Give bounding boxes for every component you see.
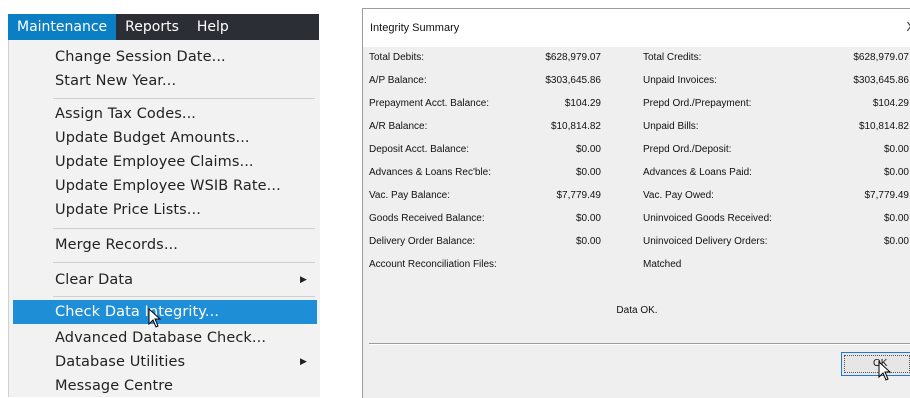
menu-item-message-centre[interactable]: Message Centre	[13, 374, 317, 398]
mouse-cursor-icon	[148, 308, 162, 328]
menu-item-label: Clear Data	[55, 272, 134, 288]
submenu-arrow-icon: ▶	[299, 275, 307, 285]
summary-row: Advances & Loans Rec'ble: $0.00 Advances…	[363, 162, 910, 185]
row-label: Uninvoiced Goods Received:	[643, 213, 772, 224]
row-label: Unpaid Invoices:	[643, 75, 717, 86]
summary-row: Total Debits: $628,979.07 Total Credits:…	[363, 47, 910, 70]
row-value: $0.00	[575, 167, 601, 178]
menu-separator	[53, 296, 315, 297]
integrity-status: Data OK.	[616, 305, 658, 316]
dialog-divider	[369, 343, 910, 345]
menu-item-check-data-integrity[interactable]: Check Data Integrity...	[13, 300, 317, 324]
summary-row: Prepayment Acct. Balance: $104.29 Prepd …	[363, 93, 910, 116]
dialog-footer	[363, 346, 910, 398]
row-value: $0.00	[575, 144, 601, 155]
row-value: $0.00	[883, 236, 909, 247]
row-label: Goods Received Balance:	[369, 213, 485, 224]
row-label: Total Debits:	[369, 52, 425, 63]
summary-row: Vac. Pay Balance: $7,779.49 Vac. Pay Owe…	[363, 185, 910, 208]
menu-maintenance[interactable]: Maintenance	[8, 14, 117, 40]
row-value: $0.00	[575, 213, 601, 224]
menu-help[interactable]: Help	[188, 14, 238, 40]
row-value: $0.00	[883, 167, 909, 178]
close-icon[interactable]: X	[906, 19, 910, 34]
row-value: $628,979.07	[545, 52, 601, 63]
menu-item-update-employee-wsib-rate[interactable]: Update Employee WSIB Rate...	[13, 174, 317, 198]
menu-separator	[53, 228, 315, 229]
menu-item-merge-records[interactable]: Merge Records...	[13, 233, 317, 257]
row-label: Advances & Loans Paid:	[643, 167, 752, 178]
summary-row: Account Reconciliation Files: Matched	[363, 254, 910, 277]
row-value: $104.29	[564, 98, 601, 109]
row-label: Delivery Order Balance:	[369, 236, 476, 247]
menu-item-assign-tax-codes[interactable]: Assign Tax Codes...	[13, 102, 317, 126]
menu-item-clear-data[interactable]: Clear Data ▶	[13, 268, 317, 292]
row-value: $0.00	[883, 144, 909, 155]
row-label: Deposit Acct. Balance:	[369, 144, 470, 155]
row-label: Uninvoiced Delivery Orders:	[643, 236, 768, 247]
row-label: Vac. Pay Owed:	[643, 190, 714, 201]
row-label: Unpaid Bills:	[643, 121, 699, 132]
maintenance-dropdown: Change Session Date... Start New Year...…	[8, 40, 320, 397]
menu-reports[interactable]: Reports	[116, 14, 188, 40]
row-label: Prepd Ord./Deposit:	[643, 144, 732, 155]
ok-button[interactable]: OK	[841, 352, 910, 376]
row-value: $104.29	[872, 98, 909, 109]
row-value: $628,979.07	[853, 52, 909, 63]
row-label: A/R Balance:	[369, 121, 428, 132]
row-value: $303,645.86	[853, 75, 909, 86]
row-value: $10,814.82	[858, 121, 909, 132]
row-value: $0.00	[883, 213, 909, 224]
row-label: A/P Balance:	[369, 75, 427, 86]
menu-separator	[53, 98, 315, 99]
summary-row: Goods Received Balance: $0.00 Uninvoiced…	[363, 208, 910, 231]
menu-item-advanced-database-check[interactable]: Advanced Database Check...	[13, 326, 317, 350]
row-value: $10,814.82	[550, 121, 601, 132]
row-label: Advances & Loans Rec'ble:	[369, 167, 491, 178]
summary-row: Deposit Acct. Balance: $0.00 Prepd Ord./…	[363, 139, 910, 162]
mouse-cursor-icon	[878, 361, 892, 381]
row-value: $7,779.49	[864, 190, 910, 201]
summary-row: A/P Balance: $303,645.86 Unpaid Invoices…	[363, 70, 910, 93]
row-label: Account Reconciliation Files:	[369, 259, 497, 270]
submenu-arrow-icon: ▶	[299, 357, 307, 367]
summary-row: A/R Balance: $10,814.82 Unpaid Bills: $1…	[363, 116, 910, 139]
menu-item-update-budget-amounts[interactable]: Update Budget Amounts...	[13, 126, 317, 150]
menu-separator	[53, 262, 315, 263]
row-label: Matched	[643, 259, 682, 270]
menu-item-change-session-date[interactable]: Change Session Date...	[13, 45, 317, 69]
summary-row: Delivery Order Balance: $0.00 Uninvoiced…	[363, 231, 910, 254]
row-value: $0.00	[575, 236, 601, 247]
row-label: Prepayment Acct. Balance:	[369, 98, 490, 109]
integrity-summary-dialog: Integrity Summary X Total Debits: $628,9…	[362, 8, 910, 398]
row-value: $7,779.49	[556, 190, 602, 201]
menu-item-start-new-year[interactable]: Start New Year...	[13, 69, 317, 93]
row-label: Total Credits:	[643, 52, 702, 63]
menu-item-label: Database Utilities	[55, 354, 186, 370]
row-label: Prepd Ord./Prepayment:	[643, 98, 752, 109]
menu-item-update-employee-claims[interactable]: Update Employee Claims...	[13, 150, 317, 174]
menubar: Maintenance Reports Help	[8, 14, 319, 40]
menu-item-database-utilities[interactable]: Database Utilities ▶	[13, 350, 317, 374]
menu-item-update-price-lists[interactable]: Update Price Lists...	[13, 198, 317, 222]
row-label: Vac. Pay Balance:	[369, 190, 450, 201]
row-value: $303,645.86	[545, 75, 601, 86]
dialog-title: Integrity Summary	[370, 22, 460, 34]
